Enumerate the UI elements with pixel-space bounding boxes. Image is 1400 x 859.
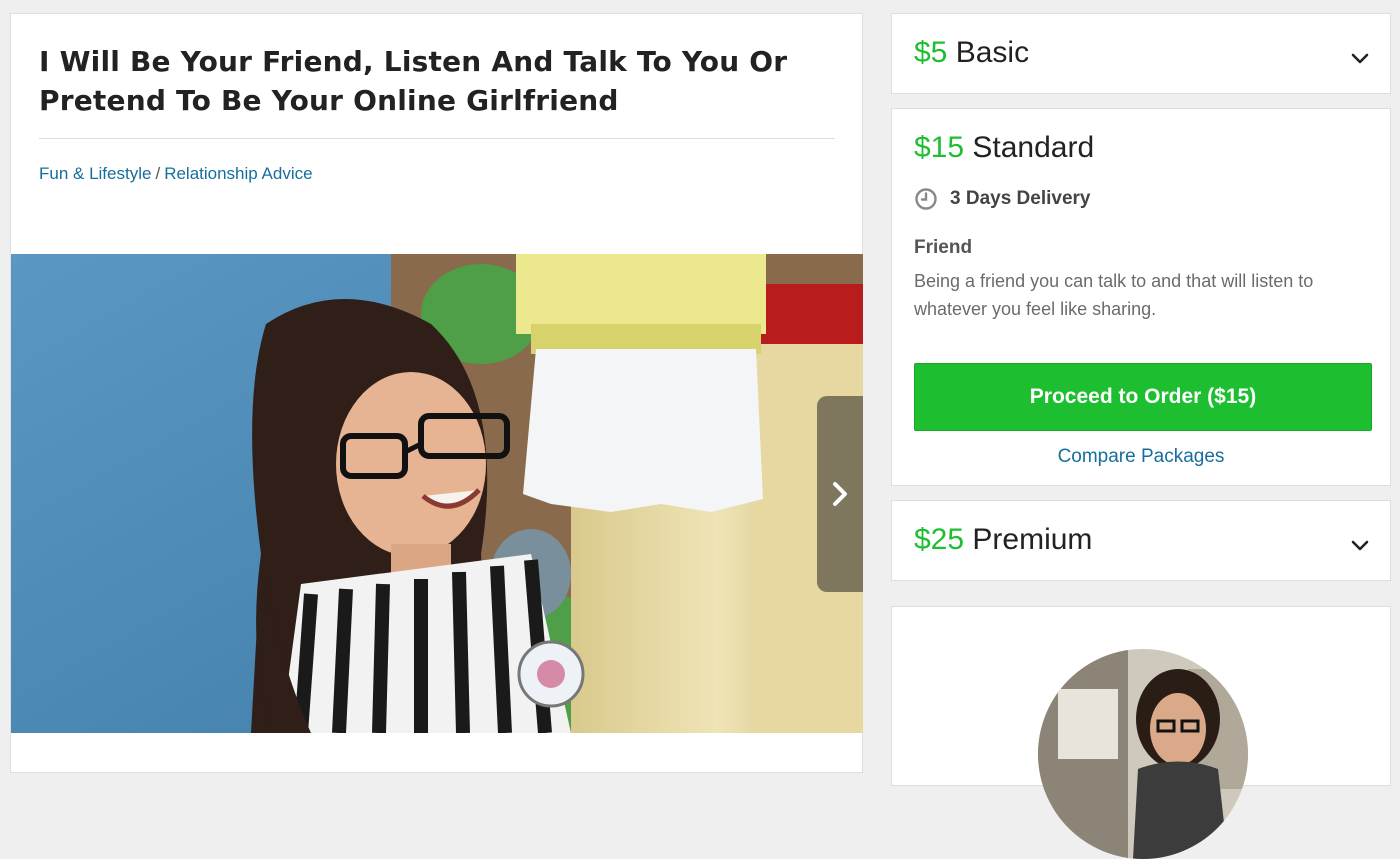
package-basic-price: $5: [914, 36, 948, 69]
avatar[interactable]: [1038, 649, 1248, 859]
gig-main-card: I Will Be Your Friend, Listen And Talk T…: [10, 13, 863, 773]
package-premium-price: $25: [914, 523, 965, 556]
delivery-time: 3 Days Delivery: [950, 188, 1091, 209]
package-basic-name: Basic: [955, 36, 1030, 69]
chevron-down-icon[interactable]: [1350, 539, 1370, 553]
package-premium-name: Premium: [972, 523, 1093, 556]
package-standard-price: $15: [914, 131, 965, 164]
gig-image-gallery[interactable]: [11, 254, 863, 733]
breadcrumb-category-link[interactable]: Fun & Lifestyle: [39, 164, 151, 183]
package-standard: $15 Standard 3 Days Delivery Friend Bein…: [891, 108, 1391, 486]
chevron-down-icon[interactable]: [1350, 52, 1370, 66]
breadcrumb-subcategory-link[interactable]: Relationship Advice: [164, 164, 312, 183]
package-basic[interactable]: $5 Basic: [891, 13, 1391, 94]
gig-main-photo: [11, 254, 863, 733]
seller-card: [891, 606, 1391, 859]
proceed-to-order-button[interactable]: Proceed to Order ($15): [914, 363, 1372, 431]
gallery-next-button[interactable]: [817, 396, 863, 592]
compare-packages-link[interactable]: Compare Packages: [892, 446, 1390, 468]
delivery-info: 3 Days Delivery: [914, 187, 1091, 211]
package-title: Friend: [914, 237, 973, 258]
package-standard-header: $15 Standard: [914, 131, 1094, 165]
gig-title: I Will Be Your Friend, Listen And Talk T…: [39, 45, 788, 117]
clock-icon: [915, 188, 937, 210]
breadcrumb-separator: /: [155, 164, 161, 183]
seller-avatar-photo: [1038, 649, 1248, 859]
package-premium[interactable]: $25 Premium: [891, 500, 1391, 581]
package-basic-header: $5 Basic: [914, 36, 1029, 70]
package-description: Being a friend you can talk to and that …: [914, 271, 1314, 319]
package-standard-name: Standard: [972, 131, 1095, 164]
package-premium-header: $25 Premium: [914, 523, 1092, 557]
chevron-right-icon: [833, 482, 847, 506]
breadcrumb: Fun & Lifestyle / Relationship Advice: [39, 164, 313, 184]
title-divider: [39, 138, 835, 139]
